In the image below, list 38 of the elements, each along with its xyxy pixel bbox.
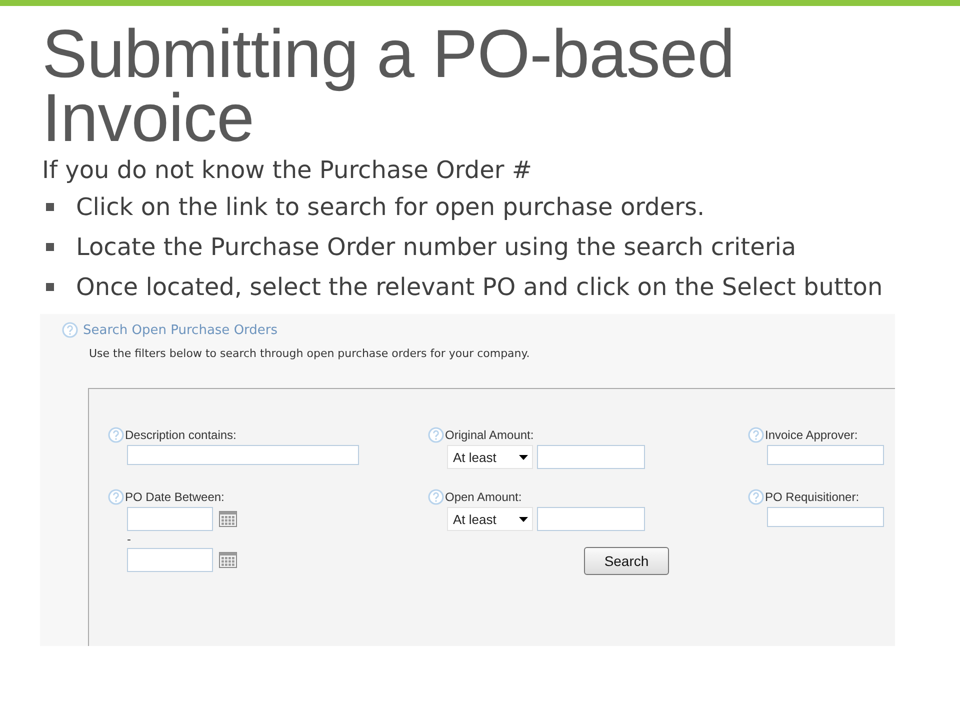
bullet-text: Locate the Purchase Order number using the search criteria: [76, 232, 798, 262]
input-field[interactable]: [767, 445, 884, 465]
operator-dropdown[interactable]: At least: [447, 445, 533, 469]
date-field[interactable]: [127, 548, 213, 572]
slide-title: Submitting a PO-based Invoice: [42, 22, 736, 150]
search-button[interactable]: Search: [584, 547, 669, 575]
form-intro: Use the filters below to search through open purchase orders for your company.: [88, 346, 531, 360]
caret-icon: [519, 516, 528, 522]
form-heading: Search Open Purchase Orders: [83, 322, 278, 338]
input-field[interactable]: [537, 507, 645, 531]
input-field[interactable]: [767, 507, 884, 527]
bullet-icon: [46, 203, 54, 211]
bullet-text: Click on the link to search for open purchase orders.: [76, 192, 706, 222]
slide-subtitle: If you do not know the Purchase Order #: [42, 156, 533, 184]
help-icon: [748, 427, 764, 443]
calendar-icon: [219, 511, 237, 527]
caret-icon: [519, 454, 528, 460]
range-separator: -: [127, 534, 131, 546]
field-label: PO Requisitioner:: [765, 490, 860, 504]
help-icon: [62, 322, 78, 338]
input-field[interactable]: [127, 445, 359, 465]
field-label: Description contains:: [125, 428, 236, 442]
help-icon: [428, 427, 444, 443]
help-icon: [428, 489, 444, 505]
help-icon: [748, 489, 764, 505]
bullet-icon: [46, 243, 54, 251]
input-field[interactable]: [537, 445, 645, 469]
field-label: Invoice Approver:: [765, 428, 858, 442]
bullet-text: Once located, select the relevant PO and click on the Select button: [76, 272, 884, 302]
bullet-icon: [46, 283, 54, 291]
field-label: PO Date Between:: [125, 490, 224, 504]
help-icon: [108, 489, 124, 505]
field-label: Open Amount:: [445, 490, 522, 504]
field-label: Original Amount:: [445, 428, 534, 442]
help-icon: [108, 427, 124, 443]
calendar-icon: [219, 552, 237, 568]
date-field[interactable]: [127, 507, 213, 531]
operator-dropdown[interactable]: At least: [447, 507, 533, 531]
